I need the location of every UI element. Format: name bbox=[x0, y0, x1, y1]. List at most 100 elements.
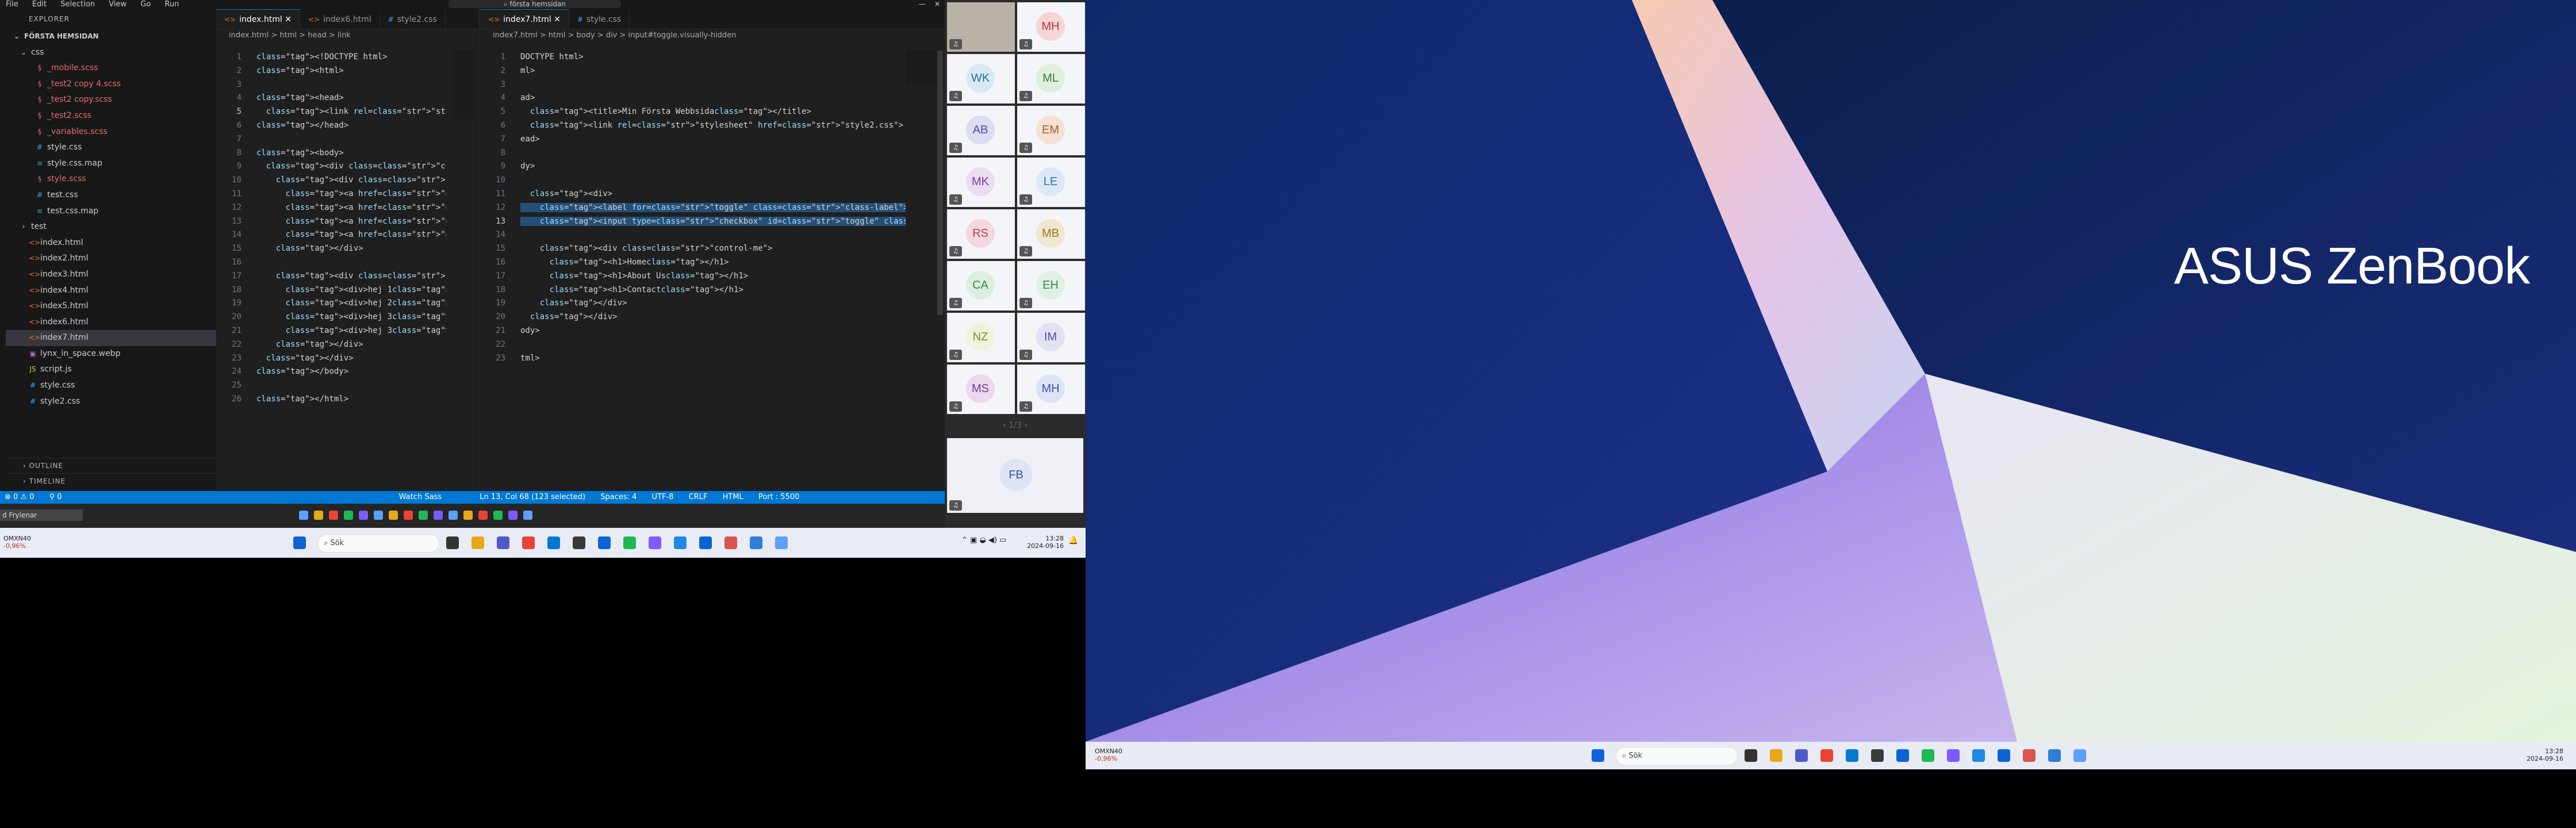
spotify-icon[interactable] bbox=[1922, 749, 1934, 762]
participant-tile[interactable]: LE ♫ bbox=[1017, 158, 1085, 207]
code-line[interactable]: 22 bbox=[480, 338, 906, 352]
command-center-search[interactable]: ⌕ första hemsidan bbox=[448, 0, 621, 8]
chevron-right-icon[interactable]: › bbox=[1022, 421, 1028, 430]
tree-item[interactable]: <>index3.html bbox=[6, 267, 216, 283]
code-line[interactable]: 23 tml> bbox=[480, 352, 906, 366]
clock[interactable]: 13:28 2024-09-16 bbox=[2523, 747, 2563, 762]
participant-tile[interactable]: MB ♫ bbox=[1017, 209, 1085, 259]
app-icon[interactable] bbox=[649, 536, 661, 549]
tab-style-css[interactable]: # style.css bbox=[569, 10, 630, 29]
code-line[interactable]: 11 class="tag"><a href=class="str">"#">h… bbox=[216, 187, 446, 201]
code-line[interactable]: 1 class="tag"><!DOCTYPE html> bbox=[216, 51, 446, 64]
participant-tile[interactable]: RS ♫ bbox=[947, 209, 1015, 259]
close-icon[interactable]: ✕ bbox=[285, 15, 292, 24]
chrome-icon[interactable] bbox=[522, 536, 535, 549]
problems-status[interactable]: ⊗ 0 ⚠ 0 bbox=[5, 493, 34, 501]
tree-item[interactable]: § _variables.scss bbox=[6, 124, 216, 140]
code-line[interactable]: 8 class="tag"><body> bbox=[216, 147, 446, 160]
eol-status[interactable]: CRLF bbox=[689, 493, 708, 501]
timeline-section[interactable]: › TIMELINE bbox=[6, 473, 216, 489]
tree-item[interactable]: # style.css bbox=[6, 140, 216, 156]
app-icon[interactable] bbox=[314, 511, 323, 520]
taskbar-search[interactable]: ⌕ Sök bbox=[1616, 747, 1738, 765]
tab-style2-css[interactable]: # style2.css bbox=[380, 10, 446, 29]
code-line[interactable]: 16 bbox=[216, 256, 446, 270]
participant-tile[interactable]: WK ♫ bbox=[947, 54, 1015, 103]
code-line[interactable]: 14 class="tag"><a href=class="str">"#">h… bbox=[216, 228, 446, 242]
code-line[interactable]: 22 class="tag"></div> bbox=[216, 338, 446, 352]
code-line[interactable]: 7 bbox=[216, 133, 446, 147]
code-line[interactable]: 5 class="tag"><title>Min Första Webbsida… bbox=[480, 105, 906, 119]
code-line[interactable]: 1 DOCTYPE html> bbox=[480, 51, 906, 64]
app-icon[interactable] bbox=[374, 511, 383, 520]
menu-edit[interactable]: Edit bbox=[32, 0, 47, 9]
app-icon[interactable] bbox=[478, 511, 488, 520]
settings-icon[interactable] bbox=[1998, 749, 2010, 762]
app-icon[interactable] bbox=[508, 511, 518, 520]
teams-icon[interactable] bbox=[497, 536, 509, 549]
code-line[interactable]: 16 class="tag"><h1>Homeclass="tag"></h1> bbox=[480, 256, 906, 270]
outline-section[interactable]: › OUTLINE bbox=[6, 458, 216, 473]
tree-item[interactable]: <>index7.html bbox=[6, 330, 216, 346]
minimize-icon[interactable]: — bbox=[919, 0, 926, 8]
tree-item[interactable]: § _test2 copy.scss bbox=[6, 92, 216, 108]
code-line[interactable]: 2 ml> bbox=[480, 64, 906, 78]
teams-icon[interactable] bbox=[1795, 749, 1808, 762]
code-line[interactable]: 17 class="tag"><div class=class="str">"f… bbox=[216, 270, 446, 283]
tree-item[interactable]: JS script.js bbox=[6, 362, 216, 378]
menu-run[interactable]: Run bbox=[164, 0, 179, 9]
minimap-left[interactable] bbox=[452, 51, 475, 120]
breadcrumb[interactable]: index7.html > html > body > div > input#… bbox=[480, 29, 945, 42]
tree-item[interactable]: § _mobile.scss bbox=[6, 60, 216, 76]
chevron-left-icon[interactable]: ‹ bbox=[1003, 421, 1009, 430]
app-icon[interactable] bbox=[419, 511, 428, 520]
onedrive-icon[interactable] bbox=[1896, 749, 1909, 762]
terminal-icon[interactable] bbox=[1871, 749, 1884, 762]
app-icon[interactable] bbox=[775, 536, 788, 549]
code-line[interactable]: 14 bbox=[480, 228, 906, 242]
code-area-right[interactable]: 1 DOCTYPE html> 2 ml> 3 4 ad> 5 class="tag"><ti… bbox=[480, 51, 906, 453]
participant-tile[interactable]: MH ♫ bbox=[1017, 2, 1085, 52]
menu-file[interactable]: File bbox=[6, 0, 18, 9]
code-line[interactable]: 21 ody> bbox=[480, 324, 906, 338]
language-status[interactable]: HTML bbox=[723, 493, 743, 501]
app-icon[interactable] bbox=[344, 511, 353, 520]
menu-go[interactable]: Go bbox=[140, 0, 151, 9]
code-line[interactable]: 5 class="tag"><link rel=class="str">"sty… bbox=[216, 105, 446, 119]
tree-item[interactable]: ≡ style.css.map bbox=[6, 156, 216, 172]
app-icon[interactable] bbox=[493, 511, 503, 520]
close-icon[interactable]: ✕ bbox=[554, 15, 561, 24]
vscode-icon[interactable] bbox=[1846, 749, 1858, 762]
project-folder[interactable]: ⌄ FÖRSTA HEMSIDAN bbox=[6, 29, 216, 45]
file-explorer-icon[interactable] bbox=[471, 536, 484, 549]
code-line[interactable]: 9 dy> bbox=[480, 160, 906, 174]
tree-item[interactable]: › test bbox=[6, 219, 216, 235]
app-icon[interactable] bbox=[463, 511, 473, 520]
participant-tile[interactable]: NZ ♫ bbox=[947, 313, 1015, 362]
windows-start-icon[interactable] bbox=[1592, 749, 1604, 762]
code-line[interactable]: 24 class="tag"></body> bbox=[216, 365, 446, 379]
windows-start-icon[interactable] bbox=[293, 536, 306, 549]
vscode-icon[interactable] bbox=[547, 536, 560, 549]
tree-item[interactable]: # style.css bbox=[6, 378, 216, 394]
participant-tile[interactable]: EH ♫ bbox=[1017, 261, 1085, 310]
app-icon[interactable] bbox=[523, 511, 532, 520]
tree-item[interactable]: § _test2 copy 4.scss bbox=[6, 76, 216, 93]
app-icon[interactable] bbox=[1947, 749, 1960, 762]
task-view-icon[interactable] bbox=[446, 536, 459, 549]
code-line[interactable]: 3 bbox=[480, 78, 906, 92]
scrollbar[interactable] bbox=[937, 51, 943, 315]
code-line[interactable]: 6 class="tag"><link rel=class="str">"sty… bbox=[480, 119, 906, 133]
participant-video-tile[interactable]: ♫ bbox=[947, 2, 1015, 52]
code-line[interactable]: 10 bbox=[480, 174, 906, 187]
code-line[interactable]: 6 class="tag"></head> bbox=[216, 119, 446, 133]
onedrive-icon[interactable] bbox=[598, 536, 611, 549]
participant-tile[interactable]: EM ♫ bbox=[1017, 106, 1085, 155]
live-server-port[interactable]: Port : 5500 bbox=[758, 493, 800, 501]
participant-tile[interactable]: IM ♫ bbox=[1017, 313, 1085, 362]
app-icon[interactable] bbox=[359, 511, 368, 520]
tree-item[interactable]: <>index4.html bbox=[6, 283, 216, 299]
code-line[interactable]: 10 class="tag"><div class=class="str">"g… bbox=[216, 174, 446, 187]
cursor-position[interactable]: Ln 13, Col 68 (123 selected) bbox=[480, 493, 585, 501]
system-tray[interactable]: ⌃ ▣ ◒ ◀) ▭ bbox=[961, 536, 1006, 545]
